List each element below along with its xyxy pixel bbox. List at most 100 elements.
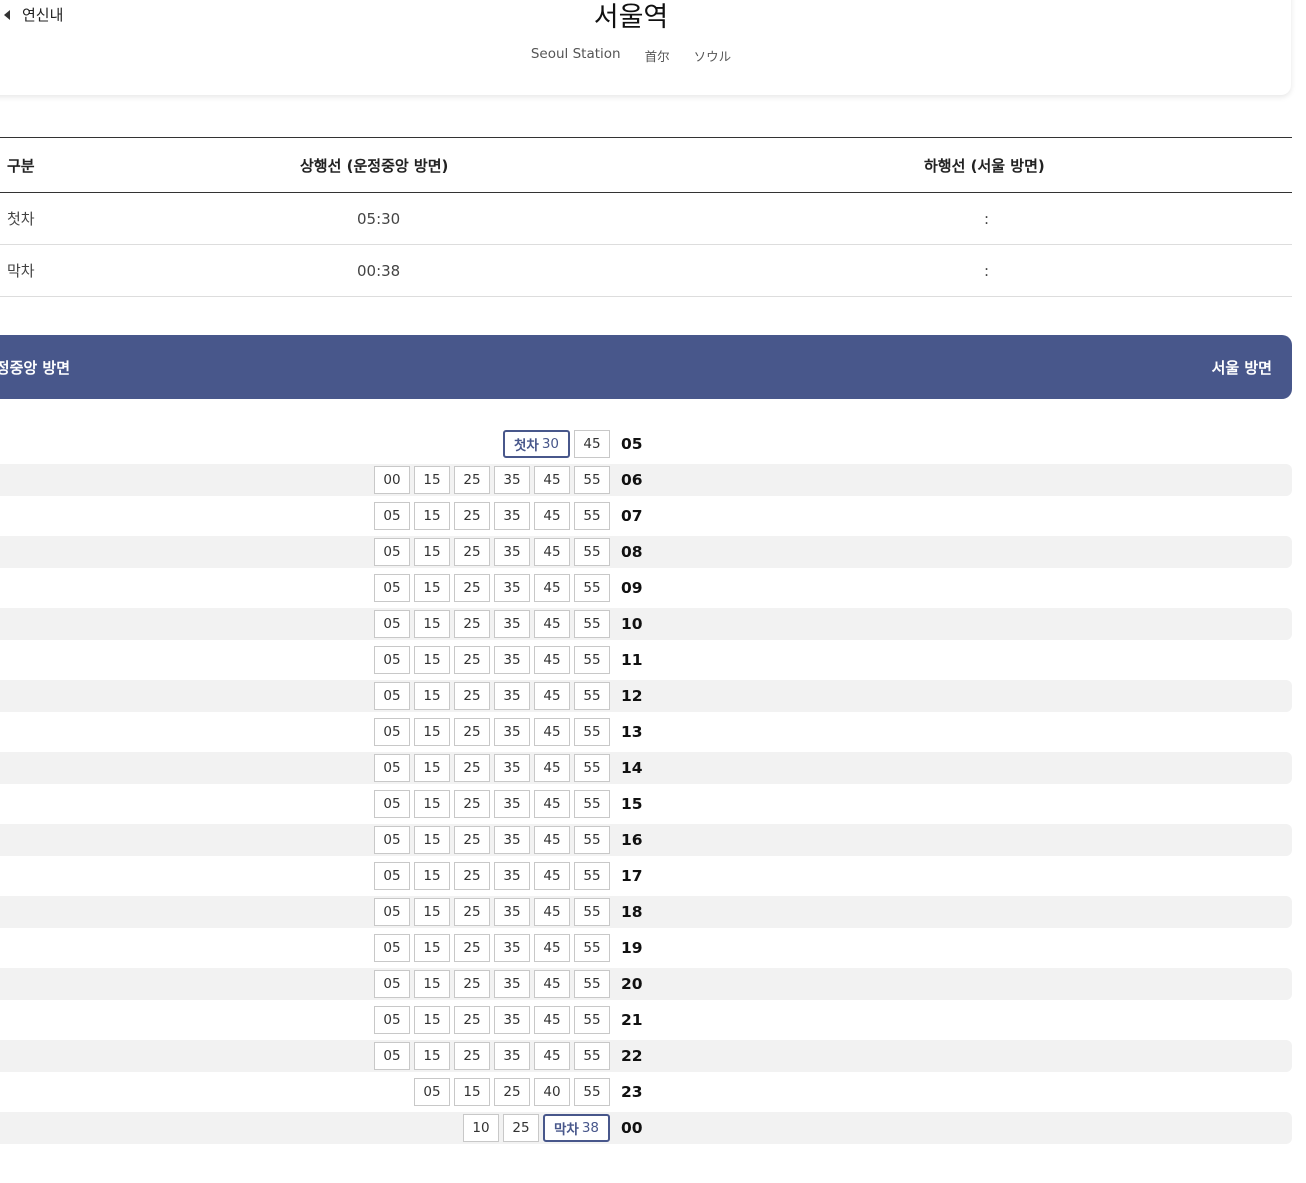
minute-chip[interactable]: 45	[534, 826, 570, 854]
minute-chip[interactable]: 45	[534, 538, 570, 566]
minute-chip[interactable]: 45	[534, 790, 570, 818]
minute-chip[interactable]: 55	[574, 646, 610, 674]
minute-chip[interactable]: 55	[574, 790, 610, 818]
minute-chip[interactable]: 45	[534, 502, 570, 530]
minute-chip[interactable]: 05	[374, 1006, 410, 1034]
minute-chip[interactable]: 25	[454, 682, 490, 710]
minute-chip[interactable]: 05	[374, 826, 410, 854]
minute-chip[interactable]: 25	[454, 538, 490, 566]
minute-chip[interactable]: 25	[454, 826, 490, 854]
minute-chip[interactable]: 25	[454, 898, 490, 926]
minute-chip[interactable]: 05	[374, 574, 410, 602]
tab-direction-down[interactable]: 서울 방면	[1212, 335, 1272, 399]
minute-chip[interactable]: 25	[454, 754, 490, 782]
minute-chip[interactable]: 45	[534, 1006, 570, 1034]
minute-chip[interactable]: 45	[534, 646, 570, 674]
minute-chip[interactable]: 55	[574, 610, 610, 638]
minute-chip[interactable]: 15	[414, 718, 450, 746]
minute-chip[interactable]: 55	[574, 826, 610, 854]
minute-chip[interactable]: 55	[574, 970, 610, 998]
minute-chip[interactable]: 35	[494, 790, 530, 818]
minute-chip[interactable]: 55	[574, 538, 610, 566]
minute-chip[interactable]: 15	[414, 1006, 450, 1034]
minute-chip[interactable]: 15	[414, 502, 450, 530]
minute-chip[interactable]: 15	[414, 970, 450, 998]
minute-chip-marked[interactable]: 막차 38	[542, 1114, 610, 1142]
minute-chip[interactable]: 25	[454, 1042, 490, 1070]
minute-chip[interactable]: 35	[494, 970, 530, 998]
minute-chip[interactable]: 45	[534, 718, 570, 746]
minute-chip[interactable]: 15	[414, 754, 450, 782]
minute-chip[interactable]: 35	[494, 682, 530, 710]
minute-chip[interactable]: 45	[534, 754, 570, 782]
minute-chip[interactable]: 55	[574, 718, 610, 746]
minute-chip[interactable]: 25	[454, 610, 490, 638]
minute-chip[interactable]: 35	[494, 502, 530, 530]
minute-chip[interactable]: 25	[454, 790, 490, 818]
minute-chip-marked[interactable]: 첫차 30	[502, 430, 570, 458]
minute-chip[interactable]: 45	[534, 898, 570, 926]
minute-chip[interactable]: 15	[454, 1078, 490, 1106]
minute-chip[interactable]: 55	[574, 1078, 610, 1106]
minute-chip[interactable]: 55	[574, 754, 610, 782]
minute-chip[interactable]: 05	[374, 610, 410, 638]
minute-chip[interactable]: 15	[414, 466, 450, 494]
minute-chip[interactable]: 25	[454, 862, 490, 890]
minute-chip[interactable]: 35	[494, 1006, 530, 1034]
minute-chip[interactable]: 55	[574, 934, 610, 962]
minute-chip[interactable]: 35	[494, 610, 530, 638]
minute-chip[interactable]: 55	[574, 862, 610, 890]
minute-chip[interactable]: 05	[374, 502, 410, 530]
minute-chip[interactable]: 05	[374, 790, 410, 818]
minute-chip[interactable]: 25	[454, 574, 490, 602]
minute-chip[interactable]: 15	[414, 574, 450, 602]
minute-chip[interactable]: 35	[494, 898, 530, 926]
minute-chip[interactable]: 05	[374, 754, 410, 782]
minute-chip[interactable]: 35	[494, 718, 530, 746]
minute-chip[interactable]: 10	[462, 1114, 499, 1142]
minute-chip[interactable]: 25	[454, 718, 490, 746]
minute-chip[interactable]: 05	[374, 718, 410, 746]
minute-chip[interactable]: 05	[374, 538, 410, 566]
minute-chip[interactable]: 35	[494, 574, 530, 602]
minute-chip[interactable]: 05	[374, 898, 410, 926]
minute-chip[interactable]: 05	[374, 934, 410, 962]
minute-chip[interactable]: 55	[574, 502, 610, 530]
minute-chip[interactable]: 05	[374, 862, 410, 890]
minute-chip[interactable]: 35	[494, 466, 530, 494]
minute-chip[interactable]: 15	[414, 862, 450, 890]
minute-chip[interactable]: 45	[534, 574, 570, 602]
minute-chip[interactable]: 05	[374, 1042, 410, 1070]
minute-chip[interactable]: 15	[414, 934, 450, 962]
minute-chip[interactable]: 15	[414, 898, 450, 926]
minute-chip[interactable]: 45	[534, 1042, 570, 1070]
minute-chip[interactable]: 35	[494, 862, 530, 890]
minute-chip[interactable]: 25	[502, 1114, 539, 1142]
minute-chip[interactable]: 45	[574, 430, 610, 458]
minute-chip[interactable]: 55	[574, 574, 610, 602]
minute-chip[interactable]: 15	[414, 646, 450, 674]
minute-chip[interactable]: 55	[574, 1006, 610, 1034]
minute-chip[interactable]: 35	[494, 538, 530, 566]
minute-chip[interactable]: 35	[494, 1042, 530, 1070]
minute-chip[interactable]: 15	[414, 610, 450, 638]
minute-chip[interactable]: 45	[534, 466, 570, 494]
minute-chip[interactable]: 35	[494, 754, 530, 782]
minute-chip[interactable]: 55	[574, 466, 610, 494]
minute-chip[interactable]: 35	[494, 934, 530, 962]
minute-chip[interactable]: 25	[454, 646, 490, 674]
minute-chip[interactable]: 35	[494, 826, 530, 854]
minute-chip[interactable]: 45	[534, 682, 570, 710]
minute-chip[interactable]: 45	[534, 862, 570, 890]
minute-chip[interactable]: 45	[534, 610, 570, 638]
minute-chip[interactable]: 55	[574, 1042, 610, 1070]
minute-chip[interactable]: 15	[414, 538, 450, 566]
minute-chip[interactable]: 25	[454, 934, 490, 962]
minute-chip[interactable]: 15	[414, 1042, 450, 1070]
minute-chip[interactable]: 05	[414, 1078, 450, 1106]
minute-chip[interactable]: 00	[374, 466, 410, 494]
minute-chip[interactable]: 25	[454, 1006, 490, 1034]
tab-direction-up[interactable]: 운정중앙 방면	[0, 335, 70, 399]
minute-chip[interactable]: 55	[574, 898, 610, 926]
minute-chip[interactable]: 05	[374, 682, 410, 710]
